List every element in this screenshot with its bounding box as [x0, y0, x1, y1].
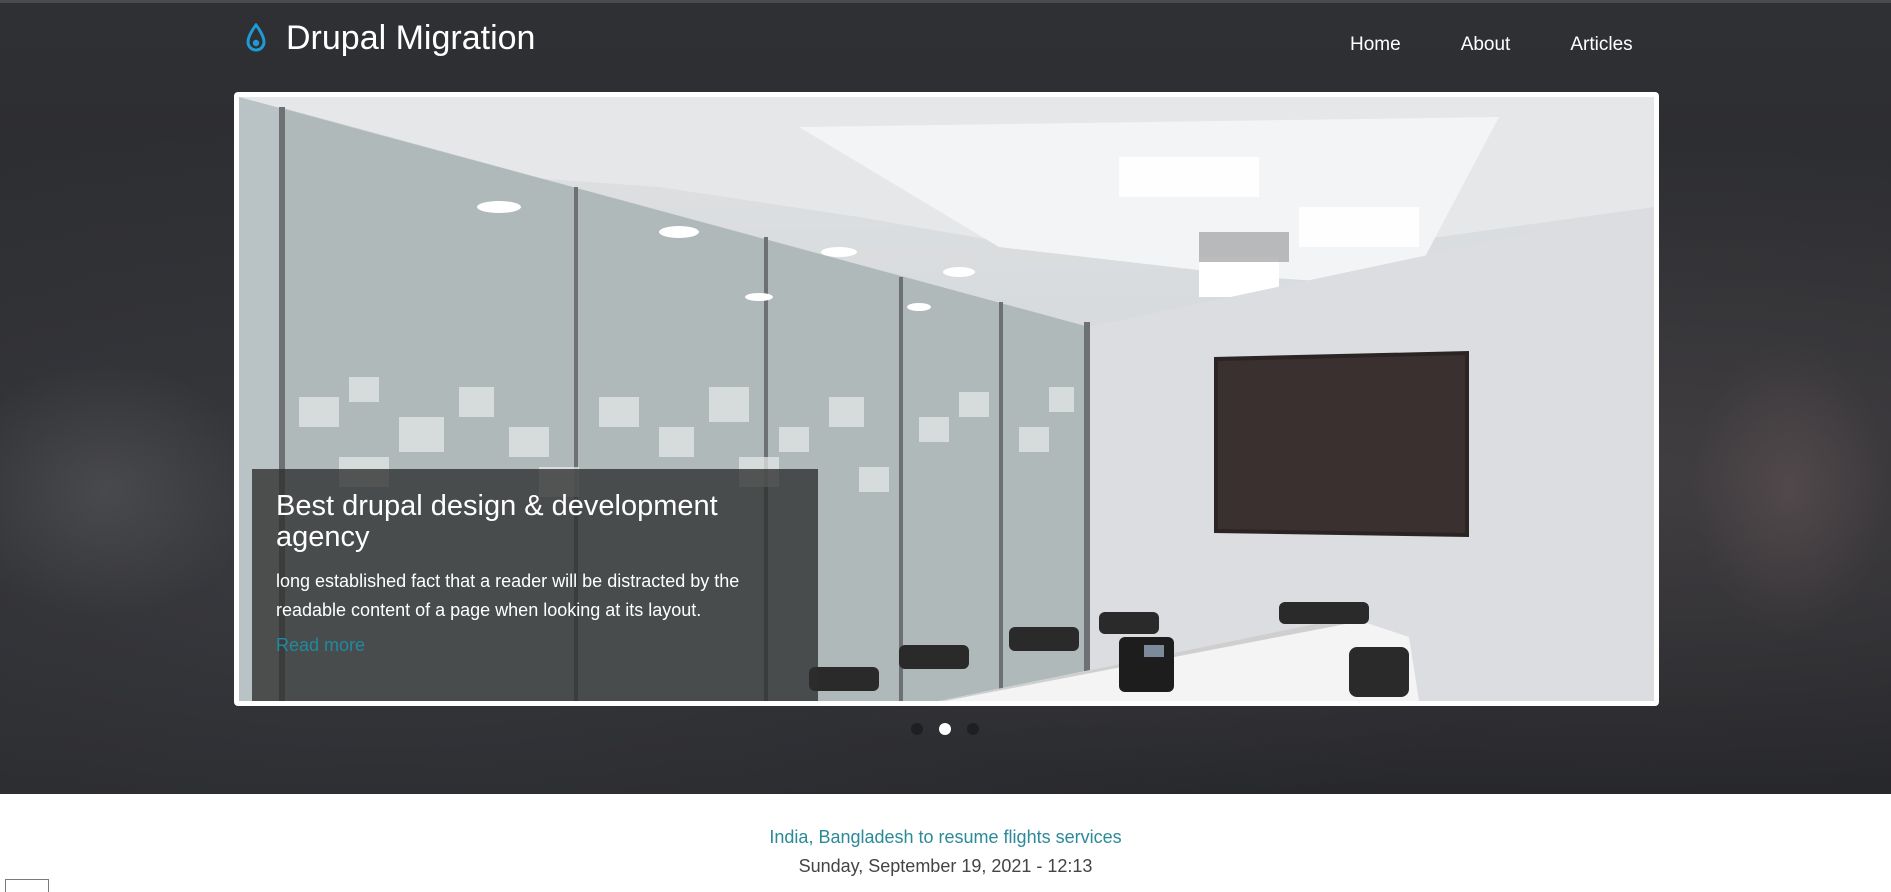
image-slider[interactable]: Best drupal design & development agency … [234, 92, 1659, 706]
hero-banner: Drupal Migration Home About Articles Bes… [0, 0, 1891, 794]
partial-widget[interactable] [5, 879, 49, 892]
nav-item-home[interactable]: Home [1350, 34, 1401, 56]
news-date: Sunday, September 19, 2021 - 12:13 [798, 856, 1093, 876]
news-teaser: India, Bangladesh to resume flights serv… [0, 826, 1891, 877]
read-more-link[interactable]: Read more [276, 635, 365, 655]
drupal-drop-icon[interactable] [242, 22, 270, 53]
news-headline-link[interactable]: India, Bangladesh to resume flights serv… [0, 826, 1891, 848]
site-branding: Drupal Migration [242, 16, 535, 60]
top-border [0, 0, 1891, 3]
slide-caption-body: long established fact that a reader will… [276, 571, 740, 620]
background-photo-left [0, 360, 260, 620]
nav-item-about[interactable]: About [1461, 34, 1511, 56]
site-name-link[interactable]: Drupal Migration [286, 18, 535, 58]
nav-item-articles[interactable]: Articles [1570, 34, 1632, 56]
slider-dot-1[interactable] [911, 723, 923, 735]
main-navigation: Home About Articles [1320, 34, 1663, 56]
slide-image: Best drupal design & development agency … [239, 97, 1654, 701]
slider-dot-3[interactable] [967, 723, 979, 735]
background-photo-right [1690, 340, 1890, 640]
slider-pagination [911, 723, 995, 735]
slide-caption: Best drupal design & development agency … [252, 469, 818, 701]
slide-caption-title: Best drupal design & development agency [276, 490, 718, 553]
slider-dot-2[interactable] [939, 723, 951, 735]
